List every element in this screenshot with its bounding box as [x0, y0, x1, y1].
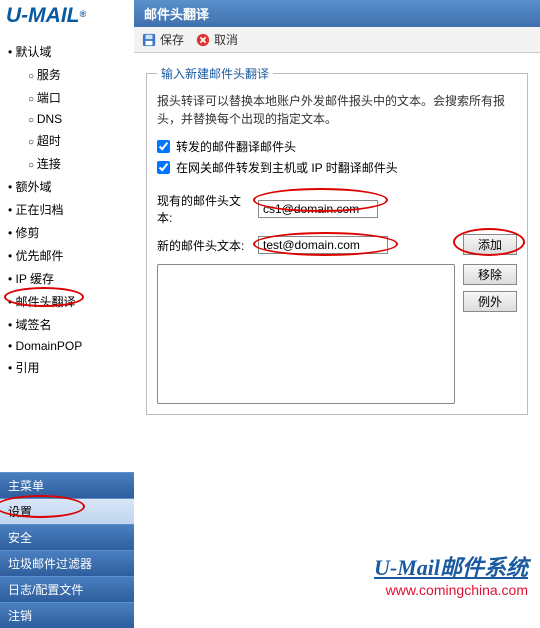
listbox-row: 移除 例外	[157, 264, 517, 404]
page-title: 邮件头翻译	[134, 0, 540, 27]
logo-text: U-MAIL	[6, 4, 79, 27]
fieldset: 输入新建邮件头翻译 报头转译可以替换本地账户外发邮件报头中的文本。会搜索所有报头…	[146, 65, 528, 415]
exception-button[interactable]: 例外	[463, 291, 517, 312]
check-row-2: 在网关邮件转发到主机或 IP 时翻译邮件头	[157, 159, 517, 176]
checkbox-forward[interactable]	[157, 140, 170, 153]
bottom-menu: 主菜单 设置 安全 垃圾邮件过滤器 日志/配置文件 注销	[0, 472, 134, 628]
fieldset-desc: 报头转译可以替换本地账户外发邮件报头中的文本。会搜索所有报头，并替换每个出现的指…	[157, 92, 517, 128]
nav-dns[interactable]: DNS	[28, 109, 130, 129]
nav-domainpop[interactable]: DomainPOP	[8, 336, 130, 356]
cancel-icon	[196, 33, 210, 47]
sidebar: U-MAIL® 默认域 服务 端口 DNS 超时 连接 额外域 正在归档 修剪 …	[0, 0, 134, 628]
watermark: U-Mail邮件系统 www.comingchina.com	[374, 550, 528, 598]
checkbox-forward-label: 转发的邮件翻译邮件头	[176, 138, 296, 155]
existing-input[interactable]	[258, 200, 378, 218]
nav-priority-mail[interactable]: 优先邮件	[8, 244, 130, 267]
side-buttons: 移除 例外	[463, 264, 517, 404]
save-label: 保存	[160, 31, 184, 48]
content: 输入新建邮件头翻译 报头转译可以替换本地账户外发邮件报头中的文本。会搜索所有报头…	[134, 53, 540, 628]
nav-domain-sign[interactable]: 域签名	[8, 313, 130, 336]
logo: U-MAIL®	[0, 0, 134, 36]
nav-service[interactable]: 服务	[28, 63, 130, 86]
existing-label: 现有的邮件头文本:	[157, 192, 252, 226]
add-button[interactable]: 添加	[463, 234, 517, 255]
watermark-title: U-Mail邮件系统	[374, 550, 528, 582]
new-label: 新的邮件头文本:	[157, 237, 252, 254]
bottom-settings-label: 设置	[8, 505, 32, 519]
logo-reg: ®	[79, 9, 86, 19]
cancel-label: 取消	[214, 31, 238, 48]
nav-extra-domain[interactable]: 额外域	[8, 175, 130, 198]
save-button[interactable]: 保存	[142, 31, 184, 48]
toolbar: 保存 取消	[134, 27, 540, 53]
bottom-spam[interactable]: 垃圾邮件过滤器	[0, 550, 134, 576]
bottom-settings[interactable]: 设置	[0, 498, 134, 524]
nav-quote[interactable]: 引用	[8, 356, 130, 379]
nav-port[interactable]: 端口	[28, 86, 130, 109]
bottom-main-menu[interactable]: 主菜单	[0, 472, 134, 498]
nav-ip-cache[interactable]: IP 缓存	[8, 267, 130, 290]
add-btn-wrap: 添加	[463, 234, 517, 255]
nav-default-domain[interactable]: 默认域	[8, 40, 130, 63]
watermark-url: www.comingchina.com	[374, 582, 528, 598]
nav: 默认域 服务 端口 DNS 超时 连接 额外域 正在归档 修剪 优先邮件 IP …	[0, 36, 134, 379]
nav-sub: 服务 端口 DNS 超时 连接	[8, 63, 130, 175]
bottom-log[interactable]: 日志/配置文件	[0, 576, 134, 602]
nav-header-translate[interactable]: 邮件头翻译	[8, 290, 130, 313]
nav-prune[interactable]: 修剪	[8, 221, 130, 244]
main: 邮件头翻译 保存 取消 输入新建邮件头翻译 报头转译可以替换本地账户外发邮件报头…	[134, 0, 540, 628]
nav-archiving[interactable]: 正在归档	[8, 198, 130, 221]
checkbox-gateway[interactable]	[157, 161, 170, 174]
bottom-logout[interactable]: 注销	[0, 602, 134, 628]
translation-listbox[interactable]	[157, 264, 455, 404]
new-input[interactable]	[258, 236, 388, 254]
cancel-button[interactable]: 取消	[196, 31, 238, 48]
fieldset-legend: 输入新建邮件头翻译	[157, 65, 273, 82]
bottom-security[interactable]: 安全	[0, 524, 134, 550]
remove-button[interactable]: 移除	[463, 264, 517, 285]
nav-header-translate-label: 邮件头翻译	[16, 295, 76, 309]
form-row-existing: 现有的邮件头文本:	[157, 192, 517, 226]
form-row-new: 新的邮件头文本: 添加	[157, 236, 517, 254]
save-icon	[142, 33, 156, 47]
checkbox-gateway-label: 在网关邮件转发到主机或 IP 时翻译邮件头	[176, 159, 398, 176]
nav-timeout[interactable]: 超时	[28, 129, 130, 152]
nav-connect[interactable]: 连接	[28, 152, 130, 175]
check-row-1: 转发的邮件翻译邮件头	[157, 138, 517, 155]
